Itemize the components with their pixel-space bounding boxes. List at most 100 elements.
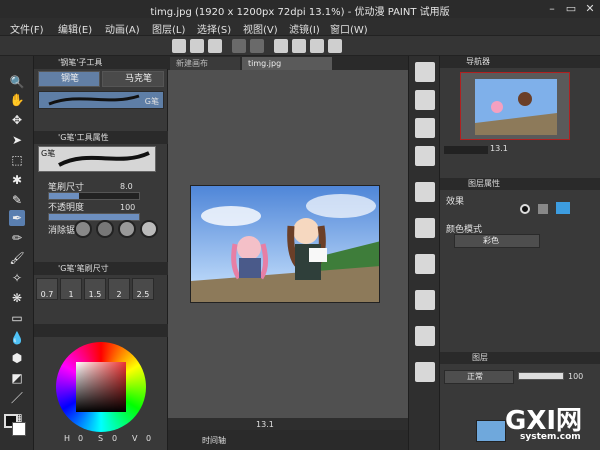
nav-zoom-value[interactable]: 13.1	[490, 144, 508, 153]
airbrush-tool-icon[interactable]: ✧	[9, 270, 25, 286]
intermediate-color-icon[interactable]	[415, 90, 435, 110]
size-preset-1-label: 0.7	[40, 290, 54, 299]
color-mode-select[interactable]: 彩色	[454, 234, 540, 248]
blend-tool-icon[interactable]: 💧	[9, 330, 25, 346]
navigator-preview-icon	[461, 73, 569, 139]
layer-props-tab[interactable]: 图层属性	[468, 178, 500, 190]
undo-icon[interactable]	[232, 39, 246, 53]
tab-new-canvas[interactable]: 新建画布	[170, 57, 240, 70]
aa-option-3[interactable]	[118, 220, 136, 238]
pencil-tool-icon[interactable]: ✏	[9, 230, 25, 246]
menu-window[interactable]: 窗口(W)	[330, 21, 368, 36]
effect-border-icon[interactable]	[520, 204, 530, 214]
layer-thumbnail[interactable]	[476, 420, 506, 442]
brush-size-header: 'G笔'笔刷尺寸	[34, 262, 168, 275]
subtool-header: '钢笔'子工具	[34, 56, 168, 69]
effect-color-icon[interactable]	[556, 202, 570, 214]
hand-tool-icon[interactable]: ✋	[9, 92, 25, 108]
artwork-image	[190, 185, 380, 303]
eyedropper-tool-icon[interactable]: ✎	[9, 192, 25, 208]
eraser-tool-icon[interactable]: ▭	[9, 310, 25, 326]
info-icon[interactable]	[415, 254, 435, 274]
size-preset-1[interactable]: 0.7	[36, 278, 58, 300]
minimize-button[interactable]: –	[544, 1, 560, 16]
move-tool-icon[interactable]: ✥	[9, 112, 25, 128]
sub-view-icon[interactable]	[415, 218, 435, 238]
material-icon[interactable]	[415, 182, 435, 202]
approx-color-icon[interactable]	[415, 118, 435, 138]
aa-option-2[interactable]	[96, 220, 114, 238]
effect-tone-icon[interactable]	[538, 204, 548, 214]
opacity-value[interactable]: 100	[120, 203, 135, 212]
size-preset-4[interactable]: 2	[108, 278, 130, 300]
redo-icon[interactable]	[250, 39, 264, 53]
figure-tool-icon[interactable]: ／	[9, 390, 25, 406]
brush-tool-icon[interactable]: 🖌	[9, 250, 25, 266]
brush-size-slider[interactable]	[48, 192, 140, 200]
transform-icon[interactable]	[274, 39, 288, 53]
blend-mode-select[interactable]: 正常	[444, 370, 514, 384]
subtool-panel: '钢笔'子工具 钢笔 马克笔 G笔 'G笔'工具属性 G笔 笔刷尺寸 8.0 不…	[34, 56, 168, 450]
zoom-tool-icon[interactable]: 🔍	[9, 74, 25, 90]
open-file-icon[interactable]	[190, 39, 204, 53]
sub-color-swatch[interactable]	[12, 422, 26, 436]
maximize-button[interactable]: ▭	[563, 1, 579, 16]
menu-filter[interactable]: 滤镜(I)	[289, 21, 320, 36]
color-mode-value: 彩色	[483, 236, 499, 245]
menu-animation[interactable]: 动画(A)	[105, 21, 140, 36]
menu-file[interactable]: 文件(F)	[10, 21, 44, 36]
size-preset-5[interactable]: 2.5	[132, 278, 154, 300]
object-tool-icon[interactable]: ➤	[9, 132, 25, 148]
decoration-tool-icon[interactable]: ❋	[9, 290, 25, 306]
timeline-label[interactable]: 时间轴	[202, 435, 226, 446]
nav-zoom-slider[interactable]	[444, 146, 488, 154]
quick-access-column	[408, 56, 440, 450]
tab-marker[interactable]: 马克笔	[102, 71, 164, 87]
menu-edit[interactable]: 编辑(E)	[58, 21, 92, 36]
canvas-zoom-value[interactable]: 13.1	[256, 420, 274, 429]
size-preset-2[interactable]: 1	[60, 278, 82, 300]
size-preset-3[interactable]: 1.5	[84, 278, 106, 300]
search-layer-icon[interactable]	[415, 326, 435, 346]
auto-action-icon[interactable]	[415, 362, 435, 382]
menu-view[interactable]: 视图(V)	[243, 21, 278, 36]
new-file-icon[interactable]	[172, 39, 186, 53]
brush-size-value[interactable]: 8.0	[120, 182, 133, 191]
fill-tool-icon[interactable]: ⬢	[9, 350, 25, 366]
tab-timg[interactable]: timg.jpg	[242, 57, 332, 70]
pen-tool-icon[interactable]: ✒	[9, 210, 25, 226]
color-history-icon[interactable]	[415, 146, 435, 166]
save-icon[interactable]	[208, 39, 222, 53]
navigator-header: 导航器	[440, 56, 600, 68]
artwork-illustration	[191, 186, 379, 302]
opacity-label: 不透明度	[48, 203, 85, 213]
tool-props-header: 'G笔'工具属性	[34, 131, 168, 144]
aa-option-1[interactable]	[74, 220, 92, 238]
navigator-thumbnail[interactable]	[460, 72, 570, 140]
select-all-icon[interactable]	[292, 39, 306, 53]
color-wheel[interactable]	[56, 342, 146, 432]
gradient-tool-icon[interactable]: ◩	[9, 370, 25, 386]
layer-opacity-slider[interactable]	[518, 372, 564, 380]
lasso-tool-icon[interactable]: ✱	[9, 172, 25, 188]
menu-layer[interactable]: 图层(L)	[152, 21, 185, 36]
tab-pen[interactable]: 钢笔	[38, 71, 100, 87]
brush-item-g-pen[interactable]: G笔	[38, 91, 164, 109]
menu-select[interactable]: 选择(S)	[197, 21, 231, 36]
crop-icon[interactable]	[328, 39, 342, 53]
color-sv-square[interactable]	[76, 362, 126, 412]
timeline-bar: 时间轴	[168, 430, 408, 450]
s-label: S	[98, 434, 104, 443]
color-set-icon[interactable]	[415, 62, 435, 82]
watermark-subtext: system.com	[520, 432, 581, 442]
close-button[interactable]: ✕	[582, 1, 598, 16]
navigator-tab[interactable]: 导航器	[466, 56, 490, 68]
aa-option-4[interactable]	[140, 220, 158, 238]
layer-opacity-value[interactable]: 100	[568, 372, 583, 381]
fill-icon[interactable]	[310, 39, 324, 53]
selection-tool-icon[interactable]: ⬚	[9, 152, 25, 168]
size-preset-4-label: 2	[116, 290, 122, 299]
layers-tab[interactable]: 图层	[472, 352, 488, 364]
timeline-icon[interactable]	[415, 290, 435, 310]
props-stroke-icon	[58, 151, 150, 167]
